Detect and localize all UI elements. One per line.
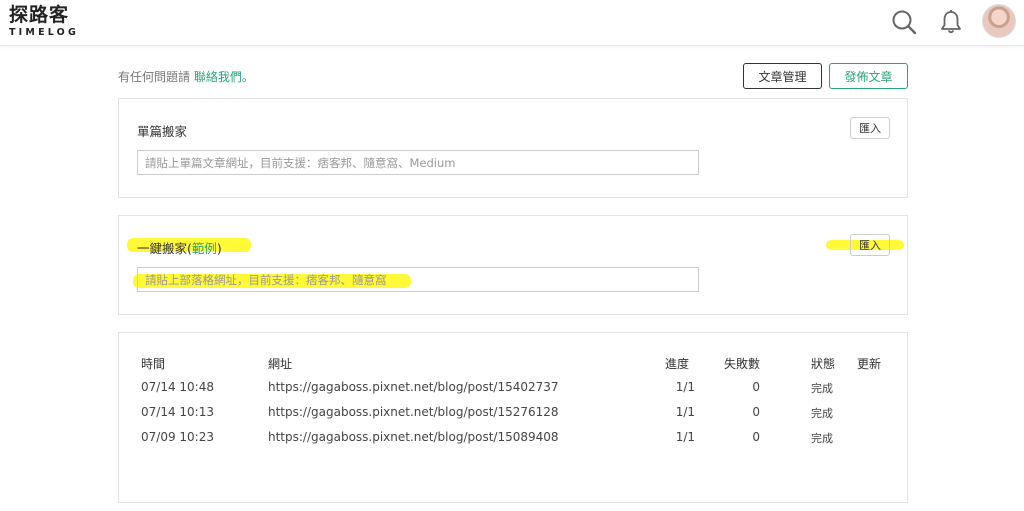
column-header-status: 狀態 bbox=[811, 357, 836, 371]
row-progress: 1/1 bbox=[675, 380, 695, 394]
logo-main-text: 探路客 bbox=[9, 4, 70, 26]
timelog-logo[interactable]: 探路客 TIMELOG bbox=[9, 4, 79, 38]
contact-line: 有任何問題請 聯絡我們。 bbox=[118, 68, 254, 85]
row-progress: 1/1 bbox=[675, 405, 695, 419]
top-header: 探路客 TIMELOG bbox=[0, 0, 1024, 46]
row-url: https://gagaboss.pixnet.net/blog/post/15… bbox=[268, 430, 559, 444]
article-manage-button[interactable]: 文章管理 bbox=[743, 63, 822, 89]
column-header-progress: 進度 bbox=[665, 357, 690, 371]
table-row: 07/09 10:23 https://gagaboss.pixnet.net/… bbox=[119, 430, 907, 454]
row-status: 完成 bbox=[811, 432, 833, 445]
publish-article-button[interactable]: 發佈文章 bbox=[829, 63, 908, 89]
row-time: 07/14 10:48 bbox=[141, 380, 214, 394]
logo-sub-text: TIMELOG bbox=[9, 27, 79, 38]
blog-url-input[interactable] bbox=[137, 267, 699, 292]
row-failed: 0 bbox=[752, 380, 760, 394]
bulk-title-suffix: ) bbox=[216, 241, 222, 256]
column-header-update: 更新 bbox=[857, 357, 882, 371]
single-import-button[interactable]: 匯入 bbox=[850, 117, 890, 139]
history-panel: 時間 網址 進度 失敗數 狀態 更新 07/14 10:48 https://g… bbox=[118, 332, 908, 503]
row-url: https://gagaboss.pixnet.net/blog/post/15… bbox=[268, 380, 559, 394]
row-time: 07/14 10:13 bbox=[141, 405, 214, 419]
avatar[interactable] bbox=[982, 4, 1016, 38]
column-header-time: 時間 bbox=[141, 357, 166, 371]
bulk-move-title: 一鍵搬家(範例) bbox=[137, 238, 222, 257]
row-failed: 0 bbox=[752, 430, 760, 444]
contact-prefix: 有任何問題請 bbox=[118, 70, 191, 84]
table-row: 07/14 10:13 https://gagaboss.pixnet.net/… bbox=[119, 405, 907, 429]
example-link[interactable]: 範例 bbox=[192, 241, 217, 256]
row-status: 完成 bbox=[811, 407, 833, 420]
bulk-move-panel: 一鍵搬家(範例) 匯入 bbox=[118, 215, 908, 315]
column-header-url: 網址 bbox=[268, 357, 293, 371]
search-icon[interactable] bbox=[890, 8, 918, 36]
bell-icon[interactable] bbox=[937, 8, 965, 36]
row-url: https://gagaboss.pixnet.net/blog/post/15… bbox=[268, 405, 559, 419]
contact-us-link[interactable]: 聯絡我們。 bbox=[194, 70, 254, 84]
row-failed: 0 bbox=[752, 405, 760, 419]
single-move-title: 單篇搬家 bbox=[137, 124, 188, 139]
column-header-failed: 失敗數 bbox=[724, 357, 761, 371]
bulk-import-button[interactable]: 匯入 bbox=[850, 234, 890, 256]
row-progress: 1/1 bbox=[675, 430, 695, 444]
row-time: 07/09 10:23 bbox=[141, 430, 214, 444]
single-url-input[interactable] bbox=[137, 150, 699, 175]
bulk-title-prefix: 一鍵搬家( bbox=[137, 241, 192, 256]
single-move-panel: 單篇搬家 匯入 bbox=[118, 98, 908, 198]
row-status: 完成 bbox=[811, 382, 833, 395]
table-row: 07/14 10:48 https://gagaboss.pixnet.net/… bbox=[119, 380, 907, 404]
